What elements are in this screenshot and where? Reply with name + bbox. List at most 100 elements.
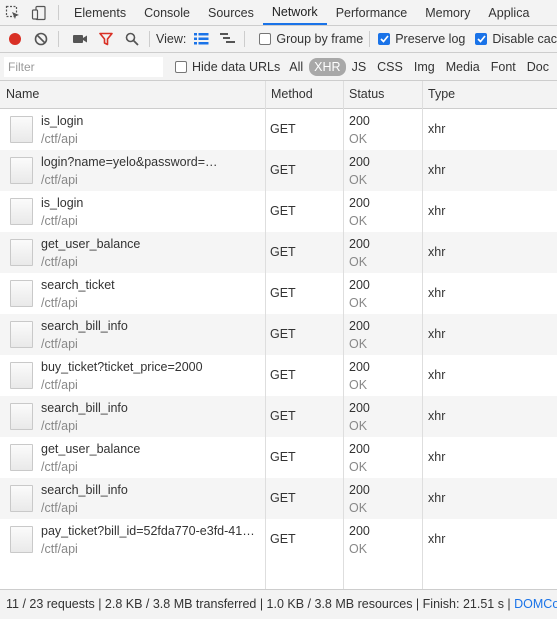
request-type: xhr bbox=[428, 327, 446, 341]
table-row[interactable]: search_bill_info /ctf/api GET 200 OK xhr bbox=[0, 478, 557, 519]
table-row[interactable]: get_user_balance /ctf/api GET 200 OK xhr bbox=[0, 437, 557, 478]
table-row[interactable]: pay_ticket?bill_id=52fda770-e3fd-410… /c… bbox=[0, 519, 557, 560]
column-divider[interactable] bbox=[343, 81, 344, 589]
checkbox-checked-icon[interactable] bbox=[475, 33, 488, 45]
request-method: GET bbox=[270, 122, 296, 136]
filter-type-doc[interactable]: Doc bbox=[522, 58, 554, 76]
hide-data-urls-checkbox[interactable]: Hide data URLs bbox=[175, 60, 280, 74]
column-header-type[interactable]: Type bbox=[422, 81, 455, 109]
tab-memory[interactable]: Memory bbox=[416, 0, 479, 25]
table-row[interactable]: login?name=yelo&password= /ctf/api GET 2… bbox=[0, 150, 557, 191]
table-row[interactable]: get_user_balance /ctf/api GET 200 OK xhr bbox=[0, 232, 557, 273]
filter-type-font[interactable]: Font bbox=[486, 58, 521, 76]
tab-network[interactable]: Network bbox=[262, 0, 327, 25]
request-method: GET bbox=[270, 163, 296, 177]
table-row[interactable]: search_ticket /ctf/api GET 200 OK xhr bbox=[0, 273, 557, 314]
request-method: GET bbox=[270, 409, 296, 423]
preserve-log-label: Preserve log bbox=[395, 32, 466, 46]
request-path: /ctf/api bbox=[41, 255, 78, 269]
disable-cache-label: Disable cac bbox=[492, 32, 557, 46]
divider bbox=[58, 5, 59, 20]
tab-application[interactable]: Applica bbox=[479, 0, 538, 25]
checkbox-checked-icon[interactable] bbox=[378, 33, 391, 45]
hide-data-urls-label: Hide data URLs bbox=[192, 59, 281, 74]
inspect-icon[interactable] bbox=[0, 0, 26, 25]
request-status-code: 200 bbox=[349, 196, 370, 210]
request-path: /ctf/api bbox=[41, 378, 78, 392]
table-row[interactable]: search_bill_info /ctf/api GET 200 OK xhr bbox=[0, 396, 557, 437]
document-icon bbox=[10, 526, 33, 553]
column-header-name[interactable]: Name bbox=[0, 81, 39, 109]
tab-elements[interactable]: Elements bbox=[65, 0, 135, 25]
request-method: GET bbox=[270, 286, 296, 300]
divider bbox=[149, 31, 150, 47]
request-method: GET bbox=[270, 368, 296, 382]
filter-type-xhr[interactable]: XHR bbox=[309, 57, 346, 76]
list-view-icon[interactable] bbox=[190, 28, 212, 50]
checkbox-box[interactable] bbox=[259, 33, 272, 45]
request-status-code: 200 bbox=[349, 319, 370, 333]
filter-input[interactable] bbox=[4, 56, 163, 77]
request-method: GET bbox=[270, 245, 296, 259]
column-divider[interactable] bbox=[422, 81, 423, 589]
request-status-code: 200 bbox=[349, 442, 370, 456]
tab-performance[interactable]: Performance bbox=[327, 0, 417, 25]
request-status-text: OK bbox=[349, 173, 368, 187]
request-status-text: OK bbox=[349, 460, 368, 474]
request-type: xhr bbox=[428, 368, 446, 382]
filter-type-all[interactable]: All bbox=[284, 58, 308, 76]
document-icon bbox=[10, 403, 33, 430]
view-label: View: bbox=[156, 32, 187, 46]
filter-type-js[interactable]: JS bbox=[347, 58, 372, 76]
request-method: GET bbox=[270, 450, 296, 464]
request-status-text: OK bbox=[349, 542, 368, 556]
request-name: login?name=yelo&password= bbox=[41, 155, 205, 169]
clear-icon[interactable] bbox=[30, 28, 52, 50]
disable-cache-checkbox[interactable]: Disable cac bbox=[475, 32, 557, 46]
request-method: GET bbox=[270, 491, 296, 505]
request-status-code: 200 bbox=[349, 114, 370, 128]
request-type: xhr bbox=[428, 163, 446, 177]
request-name-wrap: login?name=yelo&password= bbox=[41, 155, 259, 169]
request-path: /ctf/api bbox=[41, 542, 78, 556]
request-status-text: OK bbox=[349, 214, 368, 228]
divider bbox=[244, 31, 246, 47]
screenshot-icon[interactable] bbox=[69, 28, 91, 50]
table-row[interactable]: search_bill_info /ctf/api GET 200 OK xhr bbox=[0, 314, 557, 355]
filter-type-img[interactable]: Img bbox=[409, 58, 440, 76]
document-icon bbox=[10, 321, 33, 348]
request-path: /ctf/api bbox=[41, 460, 78, 474]
filter-type-media[interactable]: Media bbox=[441, 58, 485, 76]
request-path: /ctf/api bbox=[41, 337, 78, 351]
table-row[interactable]: is_login /ctf/api GET 200 OK xhr bbox=[0, 109, 557, 150]
request-type: xhr bbox=[428, 122, 446, 136]
tab-console[interactable]: Console bbox=[135, 0, 199, 25]
request-status-code: 200 bbox=[349, 483, 370, 497]
request-name: is_login bbox=[41, 114, 84, 128]
document-icon bbox=[10, 198, 33, 225]
column-header-status[interactable]: Status bbox=[343, 81, 384, 109]
document-icon bbox=[10, 444, 33, 471]
request-name: is_login bbox=[41, 196, 84, 210]
request-name: get_user_balance bbox=[41, 237, 141, 251]
document-icon bbox=[10, 116, 33, 143]
table-row[interactable]: is_login /ctf/api GET 200 OK xhr bbox=[0, 191, 557, 232]
group-by-frame-checkbox[interactable]: Group by frame bbox=[259, 32, 363, 46]
table-row[interactable]: buy_ticket?ticket_price=2000 /ctf/api GE… bbox=[0, 355, 557, 396]
waterfall-view-icon[interactable] bbox=[216, 28, 238, 50]
request-type: xhr bbox=[428, 204, 446, 218]
column-divider[interactable] bbox=[265, 81, 266, 589]
filter-icon[interactable] bbox=[95, 28, 117, 50]
filter-type-css[interactable]: CSS bbox=[372, 58, 408, 76]
preserve-log-checkbox[interactable]: Preserve log bbox=[378, 32, 465, 46]
request-status-text: OK bbox=[349, 337, 368, 351]
request-status-text: OK bbox=[349, 501, 368, 515]
search-icon[interactable] bbox=[121, 28, 143, 50]
checkbox-box[interactable] bbox=[175, 60, 187, 73]
column-header-method[interactable]: Method bbox=[265, 81, 313, 109]
device-toggle-icon[interactable] bbox=[26, 0, 52, 25]
domcontentloaded-link[interactable]: DOMConte bbox=[514, 597, 557, 611]
record-icon[interactable] bbox=[4, 28, 26, 50]
tab-sources[interactable]: Sources bbox=[199, 0, 263, 25]
request-path: /ctf/api bbox=[41, 296, 78, 310]
